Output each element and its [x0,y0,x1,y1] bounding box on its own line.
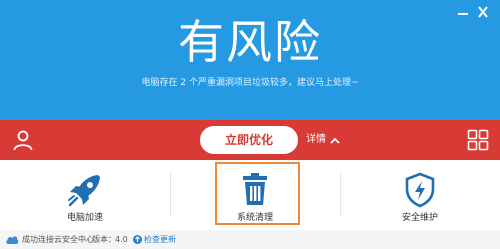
tile-speed-up[interactable]: 电脑加速 [0,160,170,230]
selected-tile-highlight [215,162,300,225]
details-toggle[interactable]: 详情 [306,132,340,148]
risk-subtext: 电脑存在 2 个严重漏洞项目垃圾较多，建议马上处理~ [141,78,359,88]
action-bar: 立即优化 详情 [0,120,500,160]
optimize-now-button[interactable]: 立即优化 [200,126,298,154]
version-label: 版本： [92,235,116,244]
header-panel: 有风险 电脑存在 2 个严重漏洞项目垃圾较多，建议马上处理~ [0,0,500,120]
check-update-link[interactable]: 检查更新 [144,230,176,249]
tile-speed-up-label: 电脑加速 [66,213,103,223]
status-bar: 成功连接云安全中心 版本： 4.0 检查更新 [0,230,500,249]
rocket-icon [68,175,100,207]
user-icon[interactable] [12,129,34,151]
tile-security-maintenance-label: 安全维护 [401,213,438,223]
update-arrow-icon [133,235,142,244]
tile-security-maintenance[interactable]: 安全维护 [340,160,500,230]
feature-tiles: 电脑加速 系统清理 安全维护 [0,160,500,230]
cloud-icon [6,236,19,244]
chevron-up-icon [330,137,340,144]
details-label: 详情 [306,134,326,145]
risk-headline: 有风险 [178,15,322,69]
version-value: 4.0 [115,235,128,244]
grid-icon[interactable] [467,129,489,151]
cloud-connection-status: 成功连接云安全中心 [22,235,94,244]
shield-bolt-icon [405,172,435,208]
